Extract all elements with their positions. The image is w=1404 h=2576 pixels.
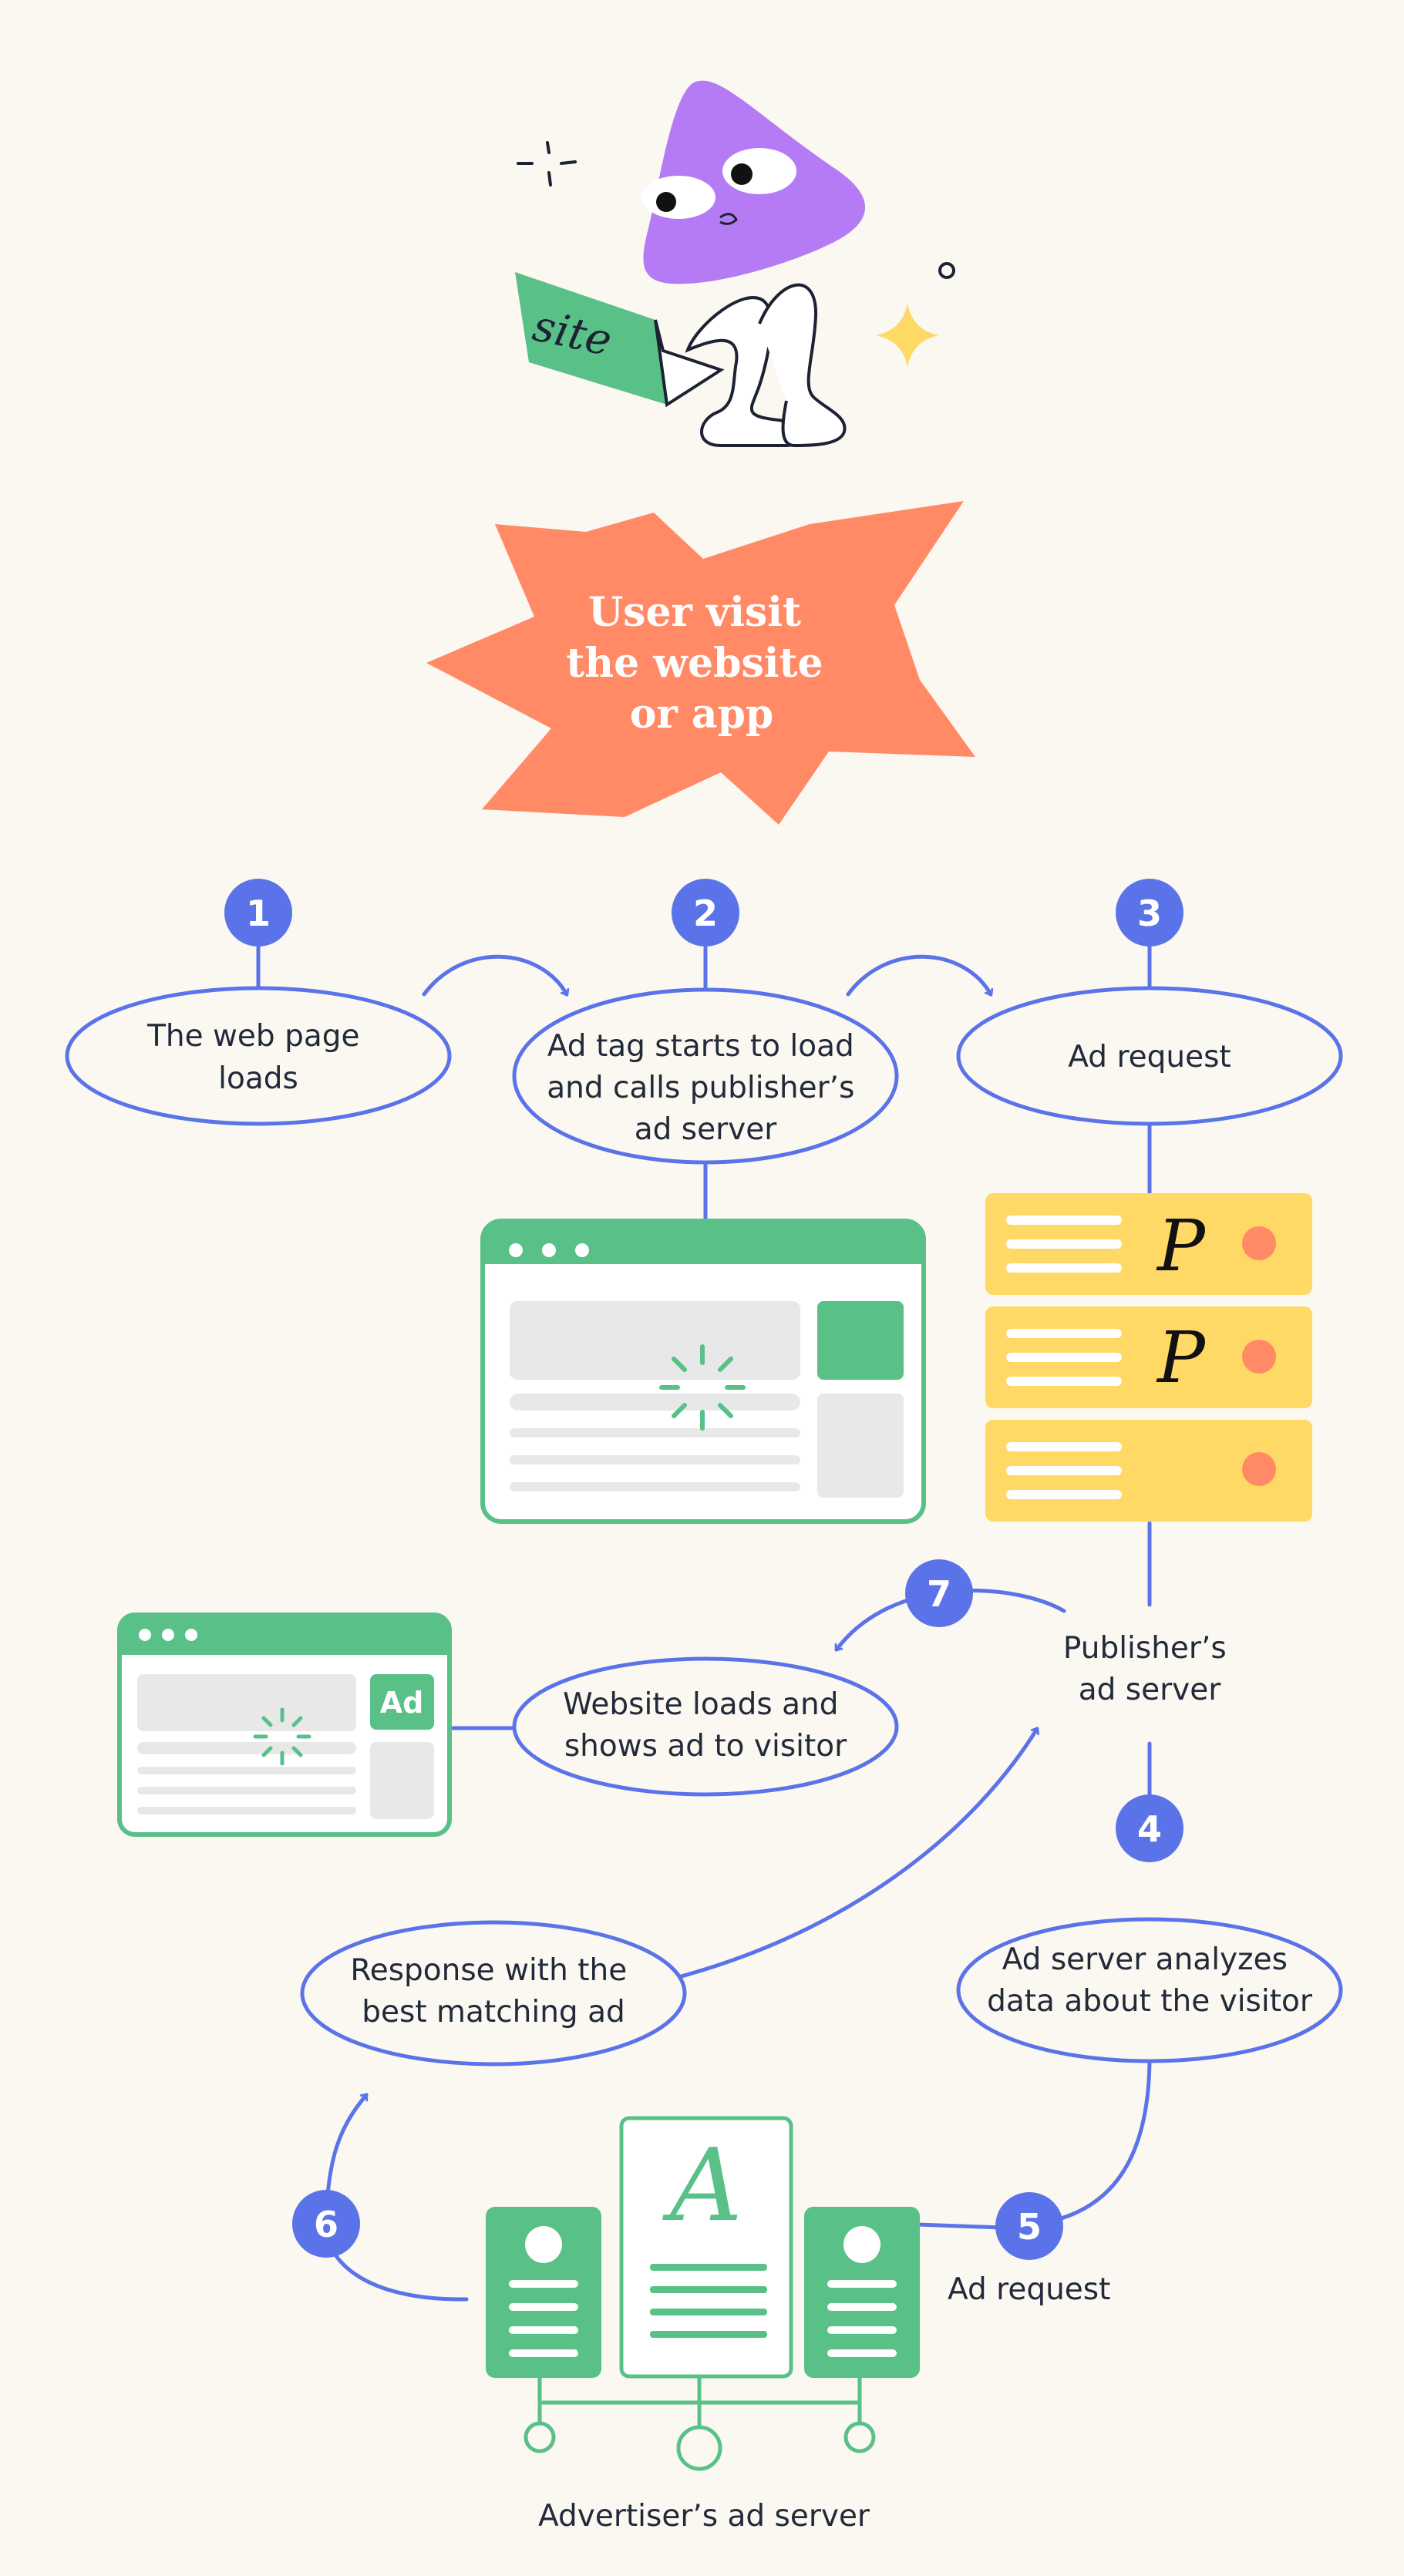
step-4-line-2: data about the visitor — [987, 1984, 1313, 2019]
publisher-label-line-2: ad server — [1079, 1673, 1221, 1707]
step-4-node: Ad server analyzes data about the visito… — [956, 1917, 1343, 2063]
step-1-line-1: The web page — [146, 1019, 359, 1054]
step-6-badge: 6 — [292, 2190, 360, 2258]
step-5-badge: 5 — [995, 2192, 1063, 2260]
star-icon — [876, 303, 939, 368]
step-5-number: 5 — [1017, 2206, 1042, 2248]
ad-badge-text: Ad — [380, 1686, 424, 1720]
step-2-line-3: ad server — [635, 1112, 777, 1147]
step-4-number: 4 — [1137, 1808, 1162, 1850]
server-tower-left — [486, 2207, 601, 2378]
ad-serving-diagram: site User visit the website or app 1 2 3… — [65, 80, 1343, 2534]
step-2-number: 2 — [693, 893, 718, 934]
server-unit: P — [985, 1193, 1312, 1295]
step-1-node: The web page loads — [65, 986, 452, 1126]
publisher-server-stack: P P — [985, 1193, 1312, 1522]
step-7-badge: 7 — [905, 1559, 973, 1627]
server-unit: P — [985, 1306, 1312, 1408]
title-line-1: User visit — [588, 589, 801, 636]
title-line-3: or app — [630, 691, 774, 738]
title-line-2: the website — [566, 640, 823, 687]
step-4-line-1: Ad server analyzes — [1002, 1942, 1288, 1977]
step-4-badge: 4 — [1116, 1794, 1183, 1862]
small-circle-icon — [938, 262, 955, 279]
step-1-badge: 1 — [224, 879, 292, 947]
ad-browser-illustration: Ad — [117, 1613, 452, 1837]
step-3-line-1: Ad request — [1068, 1040, 1231, 1074]
svg-text:Ad request: Ad request — [1068, 1040, 1231, 1074]
step-6-line-1: Response with the — [350, 1953, 627, 1988]
step-3-badge: 3 — [1116, 879, 1183, 947]
status-light-icon — [1242, 1452, 1276, 1486]
server-unit — [985, 1420, 1312, 1522]
ad-document: A — [619, 2116, 793, 2379]
step-7-number: 7 — [927, 1573, 951, 1615]
status-light-icon — [1242, 1340, 1276, 1374]
server-tower-right — [804, 2207, 920, 2378]
step-3-number: 3 — [1137, 893, 1162, 934]
arrow-2-to-3 — [846, 954, 994, 997]
publisher-mark-1: P — [1156, 1205, 1207, 1287]
advertiser-server-label: Advertiser’s ad server — [538, 2499, 870, 2534]
step-7-line-2: shows ad to visitor — [564, 1729, 847, 1764]
loading-browser-illustration — [480, 1219, 926, 1524]
step-1-number: 1 — [246, 893, 271, 934]
step-5-label: Ad request — [948, 2272, 1110, 2307]
step-6-node: Response with the best matching ad — [300, 1920, 687, 2067]
step-6-number: 6 — [314, 2204, 338, 2245]
arrow-1-to-2 — [422, 954, 570, 997]
advertiser-letter: A — [662, 2127, 742, 2244]
character-illustration: site — [515, 80, 955, 448]
status-light-icon — [1242, 1226, 1276, 1260]
step-2-line-2: and calls publisher’s — [547, 1071, 854, 1105]
step-2-badge: 2 — [672, 879, 739, 947]
step-7-line-1: Website loads and — [563, 1687, 838, 1722]
title-burst: User visit the website or app — [426, 501, 975, 825]
connector-4-to-5 — [1035, 2057, 1152, 2226]
advertiser-server-illustration: A — [486, 2116, 920, 2471]
publisher-server-label: Publisher’s ad server — [1063, 1631, 1236, 1707]
publisher-label-line-1: Publisher’s — [1063, 1631, 1227, 1666]
step-2-line-1: Ad tag starts to load — [547, 1029, 854, 1064]
publisher-mark-2: P — [1156, 1317, 1207, 1399]
step-3-node: Ad request — [956, 986, 1343, 1126]
step-7-node: Website loads and shows ad to visitor — [512, 1656, 899, 1797]
step-2-node: Ad tag starts to load and calls publishe… — [512, 987, 899, 1165]
step-1-line-2: loads — [218, 1061, 298, 1096]
sparkle-lines-icon — [517, 141, 577, 187]
step-6-line-2: best matching ad — [362, 1995, 625, 2030]
